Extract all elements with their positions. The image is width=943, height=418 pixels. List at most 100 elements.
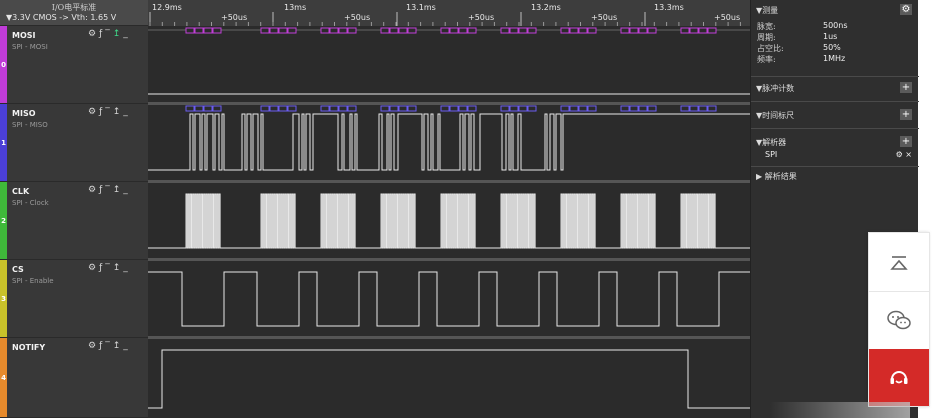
- decode-byte-mosi: [629, 27, 639, 34]
- time-label: 12.9ms: [152, 3, 182, 12]
- decode-byte-miso: [389, 105, 399, 112]
- measure-value: 500ns: [823, 21, 848, 30]
- time-label: 13.3ms: [654, 3, 684, 12]
- channel-icon-group: ⚙ ƒ ‾ ↥ _: [88, 29, 131, 39]
- rising-edge-icon[interactable]: ↥: [113, 29, 122, 39]
- gear-icon[interactable]: ⚙: [88, 263, 97, 273]
- measure-value: 50%: [823, 43, 841, 52]
- edge-trigger-icon[interactable]: ƒ: [99, 185, 103, 195]
- rising-edge-icon[interactable]: ↥: [113, 107, 122, 117]
- wechat-icon: [887, 310, 911, 330]
- low-level-icon[interactable]: _: [123, 263, 129, 273]
- high-level-icon[interactable]: ‾: [105, 263, 111, 273]
- results-section-title[interactable]: ▶ 解析结果: [756, 171, 797, 182]
- lane-separator: [148, 336, 750, 339]
- miso-trace: [148, 113, 750, 171]
- channel-number: 1: [1, 139, 6, 147]
- floating-toolbar: [868, 232, 930, 407]
- gear-icon[interactable]: ⚙: [88, 29, 97, 39]
- high-level-icon[interactable]: ‾: [105, 185, 111, 195]
- io-standard-header[interactable]: I/O电平标准 ▼3.3V CMOS -> Vth: 1.65 V: [0, 0, 148, 26]
- low-level-icon[interactable]: _: [123, 185, 129, 195]
- gear-icon[interactable]: ⚙: [88, 185, 97, 195]
- bottom-fade: [770, 402, 910, 418]
- offset-label: +50us: [714, 13, 740, 22]
- channel-icon-group: ⚙ ƒ ‾ ↥ _: [88, 185, 131, 195]
- analyzer-item-controls[interactable]: ⚙ ×: [896, 150, 912, 159]
- waveform-area[interactable]: 12.9ms 13ms 13.1ms 13.2ms 13.3ms +50us +…: [148, 0, 750, 418]
- decode-byte-mosi: [407, 27, 417, 34]
- measure-key: 频率:: [757, 55, 776, 64]
- decode-byte-miso: [185, 105, 195, 112]
- decode-byte-mosi: [338, 27, 348, 34]
- high-level-icon[interactable]: ‾: [105, 107, 111, 117]
- decode-byte-mosi: [440, 27, 450, 34]
- low-level-icon[interactable]: _: [123, 29, 129, 39]
- divider: [751, 128, 919, 129]
- decode-byte-miso: [287, 105, 297, 112]
- decode-byte-miso: [698, 105, 708, 112]
- timeline-ruler[interactable]: 12.9ms 13ms 13.1ms 13.2ms 13.3ms +50us +…: [148, 0, 750, 26]
- rising-edge-icon[interactable]: ↥: [113, 263, 122, 273]
- analyzer-section-title[interactable]: ▼解析器: [756, 137, 786, 148]
- channel-row-miso[interactable]: 1 MISO SPI - MISO ⚙ ƒ ‾ ↥ _: [0, 104, 148, 182]
- add-time-marker-button[interactable]: +: [900, 109, 912, 120]
- decode-byte-miso: [347, 105, 357, 112]
- time-label: 13ms: [284, 3, 306, 12]
- analyzer-item-spi[interactable]: SPI: [765, 150, 777, 159]
- decode-byte-mosi: [689, 27, 699, 34]
- channel-number: 2: [1, 217, 6, 225]
- decode-byte-miso: [518, 105, 528, 112]
- gear-icon[interactable]: ⚙: [88, 107, 97, 117]
- channel-row-notify[interactable]: 4 NOTIFY ⚙ ƒ ‾ ↥ _: [0, 338, 148, 418]
- decode-byte-miso: [338, 105, 348, 112]
- decode-byte-mosi: [185, 27, 195, 34]
- channel-subtitle: SPI - Clock: [12, 199, 49, 207]
- channel-row-cs[interactable]: 3 CS SPI - Enable ⚙ ƒ ‾ ↥ _: [0, 260, 148, 338]
- channel-number: 4: [1, 374, 6, 382]
- channel-row-mosi[interactable]: 0 MOSI SPI - MOSI ⚙ ƒ ‾ ↥ _: [0, 26, 148, 104]
- decode-byte-mosi: [269, 27, 279, 34]
- high-level-icon[interactable]: ‾: [105, 341, 111, 351]
- edge-trigger-icon[interactable]: ƒ: [99, 263, 103, 273]
- channel-number: 0: [1, 61, 6, 69]
- low-level-icon[interactable]: _: [123, 107, 129, 117]
- time-label: 13.2ms: [531, 3, 561, 12]
- channel-panel: I/O电平标准 ▼3.3V CMOS -> Vth: 1.65 V 0 MOSI…: [0, 0, 148, 418]
- measure-key: 占空比:: [757, 44, 784, 53]
- gear-icon[interactable]: ⚙: [88, 341, 97, 351]
- channel-icon-group: ⚙ ƒ ‾ ↥ _: [88, 263, 131, 273]
- channel-row-clk[interactable]: 2 CLK SPI - Clock ⚙ ƒ ‾ ↥ _: [0, 182, 148, 260]
- edge-trigger-icon[interactable]: ƒ: [99, 341, 103, 351]
- add-pulse-count-button[interactable]: +: [900, 82, 912, 93]
- channel-subtitle: SPI - MOSI: [12, 43, 48, 51]
- edge-trigger-icon[interactable]: ƒ: [99, 107, 103, 117]
- voltage-select[interactable]: ▼3.3V CMOS -> Vth: 1.65 V: [6, 13, 116, 22]
- pulse-count-section-title[interactable]: ▼脉冲计数: [756, 83, 794, 94]
- channel-subtitle: SPI - MISO: [12, 121, 48, 129]
- channel-name: MISO: [12, 109, 36, 118]
- notify-trace: [148, 349, 750, 409]
- wechat-button[interactable]: [869, 292, 929, 348]
- back-to-top-button[interactable]: [869, 235, 929, 291]
- rising-edge-icon[interactable]: ↥: [113, 341, 122, 351]
- time-label: 13.1ms: [406, 3, 436, 12]
- high-level-icon[interactable]: ‾: [105, 29, 111, 39]
- measure-value: 1us: [823, 32, 838, 41]
- edge-trigger-icon[interactable]: ƒ: [99, 29, 103, 39]
- add-analyzer-button[interactable]: +: [900, 136, 912, 147]
- decode-byte-miso: [587, 105, 597, 112]
- low-level-icon[interactable]: _: [123, 341, 129, 351]
- channel-number: 3: [1, 295, 6, 303]
- timeline-svg: 12.9ms 13ms 13.1ms 13.2ms 13.3ms +50us +…: [149, 3, 741, 26]
- rising-edge-icon[interactable]: ↥: [113, 185, 122, 195]
- time-marker-section-title[interactable]: ▼时间标尺: [756, 110, 794, 121]
- customer-service-button[interactable]: [869, 349, 929, 406]
- decode-byte-mosi: [680, 27, 690, 34]
- measure-section-title[interactable]: ▼测量: [756, 5, 778, 16]
- channel-name: NOTIFY: [12, 343, 46, 352]
- channel-subtitle: SPI - Enable: [12, 277, 54, 285]
- offset-label: +50us: [221, 13, 247, 22]
- gear-icon[interactable]: ⚙: [900, 4, 912, 15]
- decode-byte-mosi: [569, 27, 579, 34]
